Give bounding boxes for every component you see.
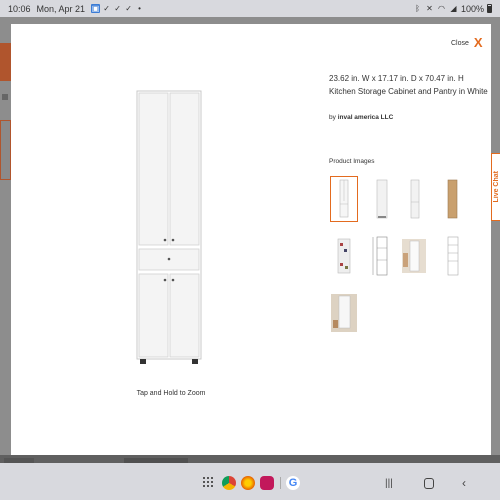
live-chat-label: Live Chat	[492, 171, 500, 203]
thumbnail-image	[331, 294, 357, 332]
thumbnail-3-white-cabinet-side[interactable]	[400, 176, 428, 222]
wifi-icon: ◠	[437, 4, 445, 13]
thumbnail-8-open-shelves[interactable]	[438, 233, 466, 279]
thumbnail-image	[376, 179, 388, 219]
thumbnail-7-room-scene[interactable]	[400, 233, 428, 279]
product-images-modal: Close X Tap and Hold to Zoom 23.62 in. W…	[11, 24, 491, 455]
nav-separator	[280, 477, 281, 489]
thumbnail-9-room-scene-open[interactable]	[330, 290, 358, 336]
status-date: Mon, Apr 21	[36, 3, 86, 14]
thumbnail-6-dimension-diagram[interactable]	[368, 233, 396, 279]
back-button[interactable]: ‹	[462, 476, 466, 490]
product-byline: by inval america LLC	[329, 114, 393, 121]
photo-icon: ▣	[91, 4, 101, 13]
store-logo	[0, 43, 11, 81]
firefox-icon[interactable]	[241, 476, 255, 490]
google-icon[interactable]: G	[286, 476, 300, 490]
battery-icon	[487, 4, 492, 13]
live-chat-tab[interactable]: Live Chat	[491, 153, 500, 221]
mute-icon: ✕	[426, 4, 433, 13]
main-product-image[interactable]	[136, 90, 202, 366]
dot-icon: •	[138, 4, 141, 13]
thumbnail-5-open-cabinet[interactable]	[330, 233, 358, 279]
thumbnail-2-white-cabinet-angle[interactable]	[368, 176, 396, 222]
thumbnail-image	[339, 179, 349, 218]
thumbnail-4-oak-cabinet[interactable]	[438, 176, 466, 222]
media-app-icon[interactable]	[260, 476, 274, 490]
product-title: 23.62 in. W x 17.17 in. D x 70.47 in. H …	[329, 74, 488, 96]
thumbnail-image	[447, 179, 458, 219]
bluetooth-icon: ᛒ	[415, 4, 420, 13]
close-label: Close	[451, 39, 469, 47]
background-icon	[2, 94, 8, 100]
brand-link[interactable]: inval america LLC	[338, 114, 394, 121]
chrome-icon[interactable]	[222, 476, 236, 490]
battery-percent: 100%	[460, 3, 484, 14]
close-button[interactable]: Close X	[451, 35, 483, 50]
product-images-heading: Product Images	[329, 158, 375, 165]
navigation-bar: G ||| ‹	[0, 463, 500, 500]
byline-prefix: by	[329, 114, 336, 121]
recents-button[interactable]: |||	[385, 478, 393, 489]
thumbnail-image	[447, 236, 459, 276]
background-card	[0, 120, 11, 180]
zoom-hint: Tap and Hold to Zoom	[136, 390, 206, 397]
check-icon: ✓	[103, 4, 110, 13]
status-bar: 10:06 Mon, Apr 21 ▣ ✓ ✓ ✓ • ᛒ ✕ ◠ ◢ 100%	[0, 0, 500, 17]
close-icon: X	[473, 35, 483, 50]
thumbnail-image	[402, 239, 426, 273]
signal-icon: ◢	[450, 4, 457, 13]
status-time: 10:06	[8, 3, 31, 14]
thumbnail-1-white-cabinet-front[interactable]	[330, 176, 358, 222]
thumbnail-image	[337, 238, 351, 274]
check-icon: ✓	[125, 4, 132, 13]
thumbnail-image	[410, 179, 420, 219]
app-drawer-icon[interactable]	[203, 477, 215, 489]
home-button[interactable]	[424, 478, 434, 489]
check-icon: ✓	[114, 4, 121, 13]
thumbnail-image	[372, 236, 388, 276]
background-footer	[0, 455, 500, 463]
